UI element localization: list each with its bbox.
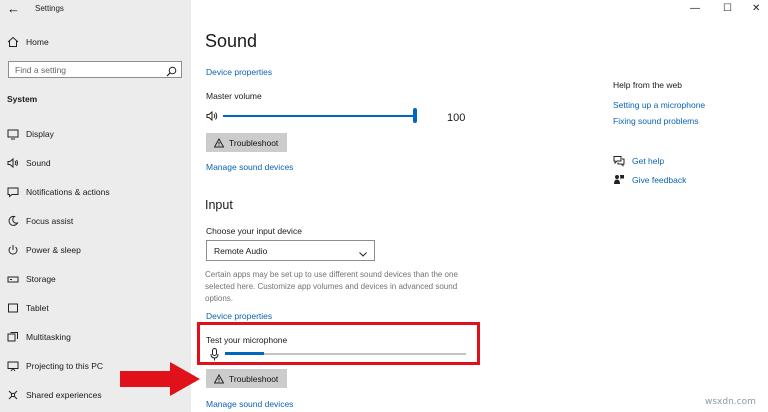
sidebar-item-focus-assist[interactable]: Focus assist <box>7 214 73 228</box>
get-help-link[interactable]: Get help <box>632 156 664 166</box>
message-icon <box>7 186 19 198</box>
sidebar-item-power[interactable]: Power & sleep <box>7 243 81 257</box>
power-icon <box>7 244 19 256</box>
search-box[interactable] <box>8 61 182 78</box>
speaker-icon <box>7 157 19 169</box>
input-manage-devices-link[interactable]: Manage sound devices <box>206 399 293 409</box>
sidebar-item-label: Shared experiences <box>26 390 102 400</box>
help-link-sound-problems[interactable]: Fixing sound problems <box>613 116 699 126</box>
sidebar-item-label: Sound <box>26 158 51 168</box>
output-device-properties-link[interactable]: Device properties <box>206 67 272 77</box>
give-feedback-link[interactable]: Give feedback <box>632 175 686 185</box>
sidebar-section-label: System <box>7 94 38 104</box>
chevron-down-icon <box>358 246 368 257</box>
microphone-icon <box>210 348 219 366</box>
title-bar: ← Settings <box>0 0 191 18</box>
sidebar-item-sound[interactable]: Sound <box>7 156 51 170</box>
sidebar-item-projecting[interactable]: Projecting to this PC <box>7 359 103 373</box>
sidebar-item-shared[interactable]: Shared experiences <box>7 388 102 402</box>
volume-icon[interactable] <box>206 109 219 127</box>
output-manage-devices-link[interactable]: Manage sound devices <box>206 162 293 172</box>
sidebar-item-tablet[interactable]: Tablet <box>7 301 49 315</box>
main-content: — ☐ ✕ Sound Device properties Master vol… <box>191 0 768 412</box>
sidebar-item-label: Multitasking <box>26 332 71 342</box>
search-icon[interactable] <box>166 64 177 77</box>
warning-icon <box>214 137 224 148</box>
moon-icon <box>7 215 19 227</box>
help-from-web-heading: Help from the web <box>613 80 682 90</box>
output-troubleshoot-label: Troubleshoot <box>229 137 279 148</box>
home-icon <box>7 36 19 48</box>
test-microphone-label: Test your microphone <box>206 335 288 345</box>
annotation-arrow-icon <box>120 362 200 396</box>
feedback-icon <box>613 174 625 186</box>
get-help-item[interactable]: Get help <box>613 155 664 167</box>
tablet-icon <box>7 302 19 314</box>
sidebar-item-label: Projecting to this PC <box>26 361 104 371</box>
multitask-icon <box>7 331 19 343</box>
volume-slider-track[interactable] <box>223 115 417 117</box>
drive-icon <box>7 273 19 285</box>
master-volume-label: Master volume <box>206 91 262 101</box>
choose-input-label: Choose your input device <box>206 226 302 236</box>
sidebar-item-storage[interactable]: Storage <box>7 272 56 286</box>
sidebar-item-notifications[interactable]: Notifications & actions <box>7 185 110 199</box>
input-device-properties-link[interactable]: Device properties <box>206 311 272 321</box>
input-troubleshoot-button[interactable]: Troubleshoot <box>206 369 287 388</box>
sidebar-item-label: Display <box>26 129 54 139</box>
input-troubleshoot-label: Troubleshoot <box>229 373 279 384</box>
back-arrow-icon[interactable]: ← <box>7 1 20 16</box>
sidebar-item-display[interactable]: Display <box>7 127 54 141</box>
chat-help-icon <box>613 155 625 167</box>
sidebar-item-multitasking[interactable]: Multitasking <box>7 330 71 344</box>
search-input[interactable] <box>9 62 165 77</box>
input-heading: Input <box>205 198 233 212</box>
sidebar-item-label: Focus assist <box>26 216 74 226</box>
sidebar-home[interactable]: Home <box>7 35 49 49</box>
output-troubleshoot-button[interactable]: Troubleshoot <box>206 133 287 152</box>
monitor-icon <box>7 128 19 140</box>
watermark: wsxdn.com <box>705 397 756 407</box>
app-title: Settings <box>35 4 64 13</box>
sidebar-item-label: Notifications & actions <box>26 187 110 197</box>
sidebar-item-label: Storage <box>26 274 56 284</box>
help-link-microphone[interactable]: Setting up a microphone <box>613 100 705 110</box>
sidebar-item-label: Power & sleep <box>26 245 81 255</box>
volume-slider-thumb[interactable] <box>413 108 417 123</box>
warning-icon <box>214 373 224 384</box>
minimize-button[interactable]: — <box>690 3 700 14</box>
give-feedback-item[interactable]: Give feedback <box>613 174 686 186</box>
input-help-text: Certain apps may be set up to use differ… <box>205 270 458 303</box>
input-device-value: Remote Audio <box>214 245 268 256</box>
sidebar-item-label: Tablet <box>26 303 49 313</box>
project-icon <box>7 360 19 372</box>
input-device-select[interactable]: Remote Audio <box>206 240 375 261</box>
close-button[interactable]: ✕ <box>752 3 760 14</box>
sidebar-home-label: Home <box>26 37 49 47</box>
shared-icon <box>7 389 19 401</box>
page-title: Sound <box>205 31 258 51</box>
maximize-button[interactable]: ☐ <box>723 3 732 14</box>
volume-value: 100 <box>447 112 466 124</box>
microphone-level-bar <box>225 352 264 355</box>
sidebar: ← Settings Home System Display Sound Not… <box>0 0 191 412</box>
